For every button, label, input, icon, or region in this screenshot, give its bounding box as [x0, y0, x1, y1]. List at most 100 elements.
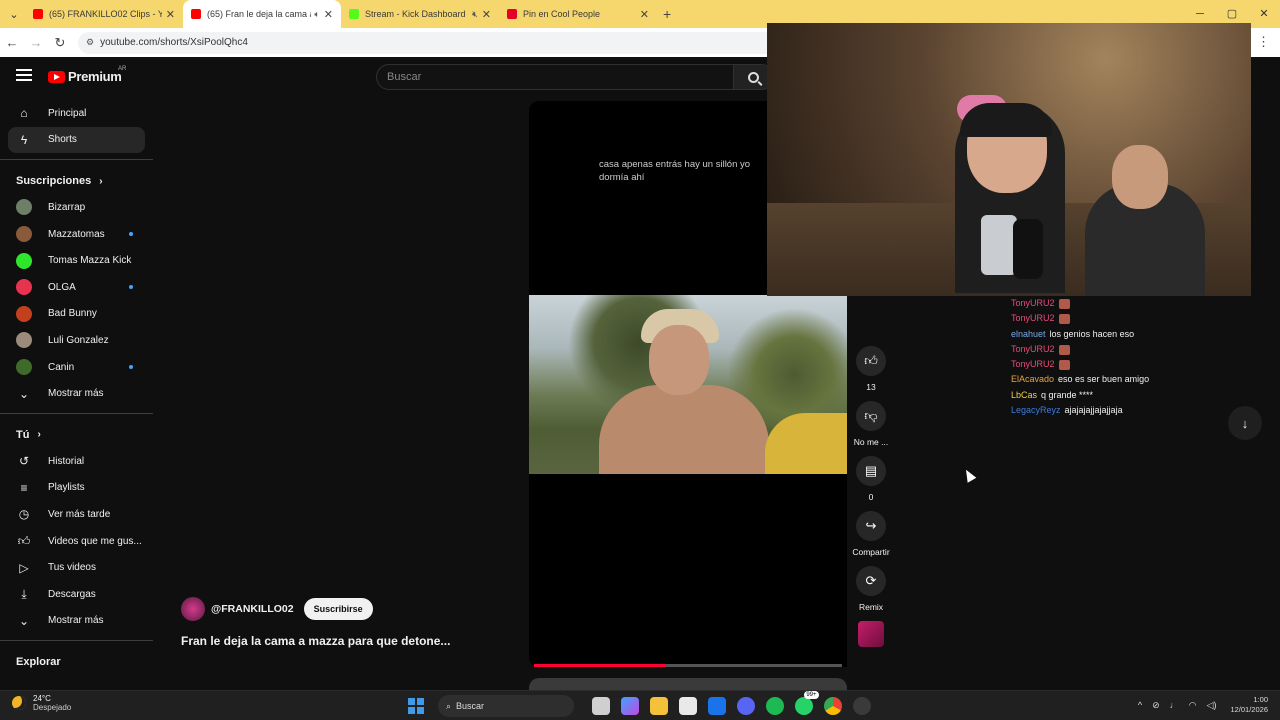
close-tab-icon[interactable]: ✕	[324, 8, 333, 21]
chevron-down-icon: ⌄	[18, 613, 30, 628]
tab-favicon-icon	[507, 9, 517, 19]
whatsapp-icon[interactable]: 99+	[794, 691, 819, 715]
subscriptions-header[interactable]: Suscripciones ›	[0, 168, 153, 194]
menu-icon[interactable]	[16, 69, 32, 81]
chat-username[interactable]: TonyURU2	[1011, 357, 1055, 372]
sidebar-item[interactable]: ⌄ Mostrar más	[0, 608, 153, 635]
video-progress-bar[interactable]	[534, 664, 842, 667]
windows-start-icon[interactable]	[408, 698, 424, 714]
remix-icon[interactable]: ⟳	[856, 566, 886, 596]
scroll-down-icon[interactable]: ↓	[1228, 406, 1262, 440]
browser-tab[interactable]: Stream - Kick Dashboard 🔇︎ ✕	[341, 0, 499, 28]
taskbar-search[interactable]: ⌕ Buscar	[438, 695, 574, 717]
tab-search-button[interactable]: ⌄	[3, 3, 25, 25]
browser-tab[interactable]: (65) FRANKILLO02 Clips - YouTube ✕	[25, 0, 183, 28]
close-window-button[interactable]: ✕	[1248, 0, 1280, 28]
speaker-icon[interactable]: 🔈︎	[314, 9, 319, 20]
sidebar-item[interactable]: 👍︎ Videos que me gus...	[0, 528, 153, 555]
sidebar-item[interactable]: Tomas Mazza Kick	[0, 247, 153, 274]
like-action[interactable]: 👍︎ 13	[848, 346, 894, 392]
copilot-icon[interactable]	[620, 697, 639, 715]
search-input[interactable]: Buscar	[376, 64, 734, 90]
close-tab-icon[interactable]: ✕	[166, 8, 175, 21]
steam-icon[interactable]	[852, 697, 871, 715]
chrome-icon[interactable]	[823, 697, 842, 715]
chat-username[interactable]: elnahuet	[1011, 327, 1046, 342]
clock-icon: ◷	[18, 507, 30, 522]
new-content-dot	[129, 232, 133, 237]
subscribe-button[interactable]: Suscribirse	[303, 598, 373, 620]
channel-avatar[interactable]	[181, 597, 205, 621]
sidebar-item[interactable]: Canin	[0, 354, 153, 381]
thumbs-up-icon[interactable]: 👍︎	[856, 346, 886, 376]
file-explorer-icon[interactable]	[649, 697, 668, 715]
chat-message: TonyURU2	[1011, 296, 1231, 311]
site-info-icon[interactable]: ⚙	[86, 37, 94, 48]
reload-button[interactable]: ↻	[48, 35, 72, 51]
you-header[interactable]: Tú ›	[0, 422, 153, 448]
sidebar-item-label: Playlists	[48, 482, 85, 494]
chevron-down-icon: ⌄	[18, 386, 30, 401]
remix-action[interactable]: ⟳ Remix	[848, 566, 894, 612]
wifi-icon[interactable]: ◠	[1189, 700, 1197, 711]
discord-icon[interactable]	[736, 697, 755, 715]
mouse-cursor-icon	[961, 467, 977, 483]
video-progress-fill	[534, 664, 667, 667]
new-tab-button[interactable]: +	[663, 6, 671, 22]
sidebar-item[interactable]: ▷ Tus videos	[0, 554, 153, 581]
sidebar-item[interactable]: ↺ Historial	[0, 448, 153, 475]
comments-action[interactable]: ▤ 0	[848, 456, 894, 502]
sidebar-item[interactable]: ≡ Playlists	[0, 475, 153, 502]
thumbs-down-icon[interactable]: 👎︎	[856, 401, 886, 431]
microphone-icon[interactable]: ♩	[1170, 700, 1179, 710]
share-action[interactable]: ↪ Compartir	[848, 511, 894, 557]
sidebar-item[interactable]: Bad Bunny	[0, 301, 153, 328]
mail-icon[interactable]	[707, 697, 726, 715]
chevron-up-icon[interactable]: ^	[1138, 700, 1142, 710]
volume-icon[interactable]: ◁)	[1207, 700, 1217, 711]
mute-icon[interactable]: 🔇︎	[472, 9, 478, 20]
clock-time: 1:00	[1253, 695, 1268, 704]
sidebar-item[interactable]: Mazzatomas	[0, 221, 153, 248]
spotify-icon[interactable]	[765, 697, 784, 715]
sidebar-item[interactable]: OLGA	[0, 274, 153, 301]
store-icon[interactable]	[678, 697, 697, 715]
sidebar-item[interactable]: Bizarrap	[0, 194, 153, 221]
dislike-action[interactable]: 👎︎ No me ...	[848, 401, 894, 447]
browser-menu-icon[interactable]: ⋮	[1257, 34, 1270, 50]
back-button[interactable]: ←	[0, 35, 24, 50]
chat-username[interactable]: LegacyReyz	[1011, 403, 1061, 418]
forward-button[interactable]: →	[24, 35, 48, 50]
browser-tab[interactable]: (65) Fran le deja la cama a mazza🔈︎ ✕	[183, 0, 341, 28]
new-content-dot	[129, 285, 133, 290]
chat-username[interactable]: TonyURU2	[1011, 311, 1055, 326]
sound-thumbnail[interactable]	[858, 621, 884, 647]
browser-tab[interactable]: Pin en Cool People ✕	[499, 0, 657, 28]
comment-icon[interactable]: ▤	[856, 456, 886, 486]
close-tab-icon[interactable]: ✕	[482, 8, 491, 21]
task-view-icon[interactable]	[591, 697, 610, 715]
remix-label: Remix	[858, 602, 884, 612]
chat-username[interactable]: TonyURU2	[1011, 296, 1055, 311]
chat-username[interactable]: TonyURU2	[1011, 342, 1055, 357]
sidebar-item[interactable]: ⌄ Mostrar más	[0, 380, 153, 407]
weather-widget[interactable]: 24°C Despejado	[12, 694, 71, 712]
sidebar-item[interactable]: Luli Gonzalez	[0, 327, 153, 354]
close-tab-icon[interactable]: ✕	[640, 8, 649, 21]
share-label: Compartir	[852, 547, 890, 557]
sidebar-item[interactable]: ⌂ Principal	[0, 100, 153, 127]
tab-favicon-icon	[33, 9, 43, 19]
next-short-preview[interactable]	[529, 678, 847, 690]
chat-username[interactable]: ElAcavado	[1011, 372, 1054, 387]
short-title[interactable]: Fran le deja la cama a mazza para que de…	[181, 634, 450, 648]
sidebar-item[interactable]: ⤓ Descargas	[0, 581, 153, 608]
youtube-play-icon	[48, 70, 65, 83]
clock[interactable]: 1:00 12/01/2026	[1230, 695, 1268, 715]
sidebar-item[interactable]: ◷ Ver más tarde	[0, 501, 153, 528]
youtube-premium-logo[interactable]: Premium AR	[48, 66, 126, 84]
channel-name[interactable]: @FRANKILLO02	[211, 603, 294, 615]
camera-off-icon[interactable]: ⊘	[1152, 700, 1160, 711]
sidebar-item[interactable]: ϟ Shorts	[8, 126, 145, 154]
share-icon[interactable]: ↪	[856, 511, 886, 541]
chat-username[interactable]: LbCas	[1011, 388, 1037, 403]
